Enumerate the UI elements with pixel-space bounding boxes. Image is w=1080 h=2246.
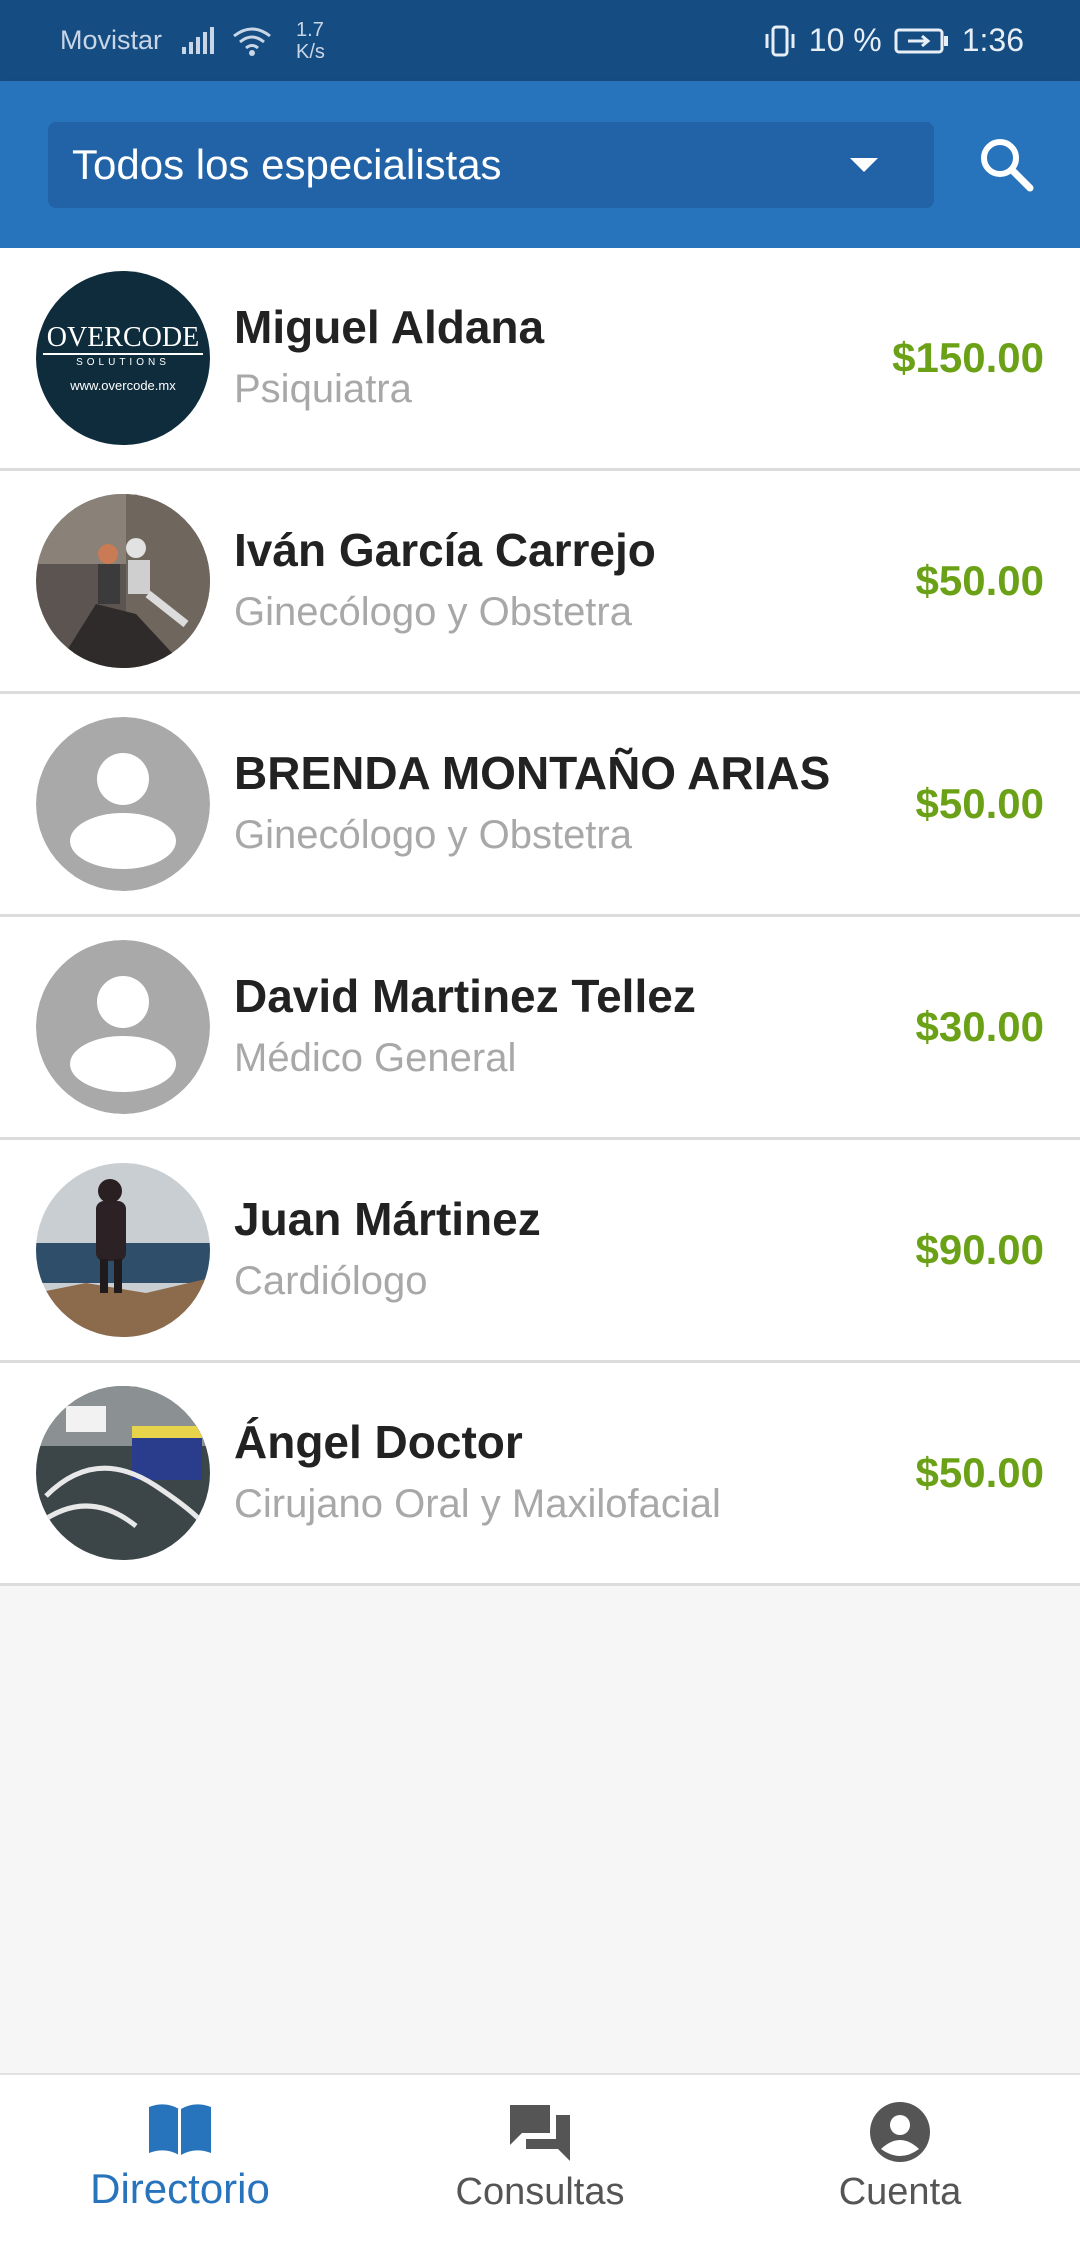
avatar [36, 1386, 210, 1560]
specialist-list: OVERCODE SOLUTIONS www.overcode.mx Migue… [0, 248, 1080, 1586]
avatar [36, 940, 210, 1114]
avatar: OVERCODE SOLUTIONS www.overcode.mx [36, 271, 210, 445]
search-icon[interactable] [976, 134, 1036, 194]
vibrate-icon [765, 25, 795, 56]
climbing-photo [36, 494, 210, 668]
specialist-row[interactable]: OVERCODE SOLUTIONS www.overcode.mx Migue… [0, 248, 1080, 471]
specialist-specialty: Ginecólogo y Obstetra [234, 590, 632, 634]
nav-label: Directorio [90, 2165, 270, 2212]
consult-price: $50.00 [915, 780, 1044, 827]
bottom-navigation: Directorio Consultas Cuenta [0, 2073, 1080, 2246]
avatar [36, 494, 210, 668]
seaside-photo [36, 1163, 210, 1337]
consult-price: $150.00 [892, 334, 1044, 381]
book-icon [149, 2104, 211, 2155]
wifi-icon [233, 27, 271, 56]
consult-price: $50.00 [915, 557, 1044, 604]
nav-directorio[interactable]: Directorio [0, 2075, 360, 2246]
specialist-name: David Martinez Tellez [234, 970, 696, 1022]
nav-label: Cuenta [838, 2171, 962, 2213]
status-bar: Movistar 1.7 K/s 10 % 1:36 [0, 0, 1080, 81]
network-speed: 1.7 K/s [296, 18, 325, 63]
specialist-name: Ángel Doctor [234, 1416, 523, 1468]
avatar [36, 717, 210, 891]
specialist-row[interactable]: Juan Mártinez Cardiólogo $90.00 [0, 1140, 1080, 1363]
carrier-name: Movistar [60, 25, 163, 55]
specialist-row[interactable]: Ángel Doctor Cirujano Oral y Maxilofacia… [0, 1363, 1080, 1586]
dropdown-caret-icon [850, 158, 878, 172]
consult-price: $50.00 [915, 1449, 1044, 1496]
specialist-row[interactable]: Iván García Carrejo Ginecólogo y Obstetr… [0, 471, 1080, 694]
specialist-specialty: Psiquiatra [234, 367, 412, 411]
specialist-specialty: Cardiólogo [234, 1259, 428, 1303]
chat-icon [510, 2105, 570, 2161]
specialist-specialty: Médico General [234, 1036, 517, 1080]
specialist-name: BRENDA MONTAÑO ARIAS [234, 747, 831, 799]
nav-consultas[interactable]: Consultas [360, 2075, 720, 2246]
specialist-filter-select[interactable]: Todos los especialistas [48, 122, 934, 208]
clock: 1:36 [961, 22, 1024, 58]
consult-price: $30.00 [915, 1003, 1044, 1050]
nav-label: Consultas [455, 2171, 625, 2213]
avatar [36, 1163, 210, 1337]
battery-percent: 10 % [808, 22, 882, 58]
desk-photo [36, 1386, 210, 1560]
signal-icon [182, 26, 215, 54]
specialist-specialty: Cirujano Oral y Maxilofacial [234, 1482, 721, 1526]
account-icon [870, 2102, 930, 2162]
specialist-name: Juan Mártinez [234, 1193, 541, 1245]
specialist-name: Iván García Carrejo [234, 524, 656, 576]
default-avatar-icon [36, 940, 210, 1114]
filter-selected-value: Todos los especialistas [72, 141, 502, 188]
specialist-row[interactable]: David Martinez Tellez Médico General $30… [0, 917, 1080, 1140]
battery-charging-icon [894, 28, 948, 53]
specialist-specialty: Ginecólogo y Obstetra [234, 813, 632, 857]
overcode-logo: OVERCODE SOLUTIONS www.overcode.mx [36, 271, 210, 445]
default-avatar-icon [36, 717, 210, 891]
consult-price: $90.00 [915, 1226, 1044, 1273]
specialist-row[interactable]: BRENDA MONTAÑO ARIAS Ginecólogo y Obstet… [0, 694, 1080, 917]
specialist-name: Miguel Aldana [234, 301, 545, 353]
app-bar: Todos los especialistas [0, 81, 1080, 248]
nav-cuenta[interactable]: Cuenta [720, 2075, 1080, 2246]
